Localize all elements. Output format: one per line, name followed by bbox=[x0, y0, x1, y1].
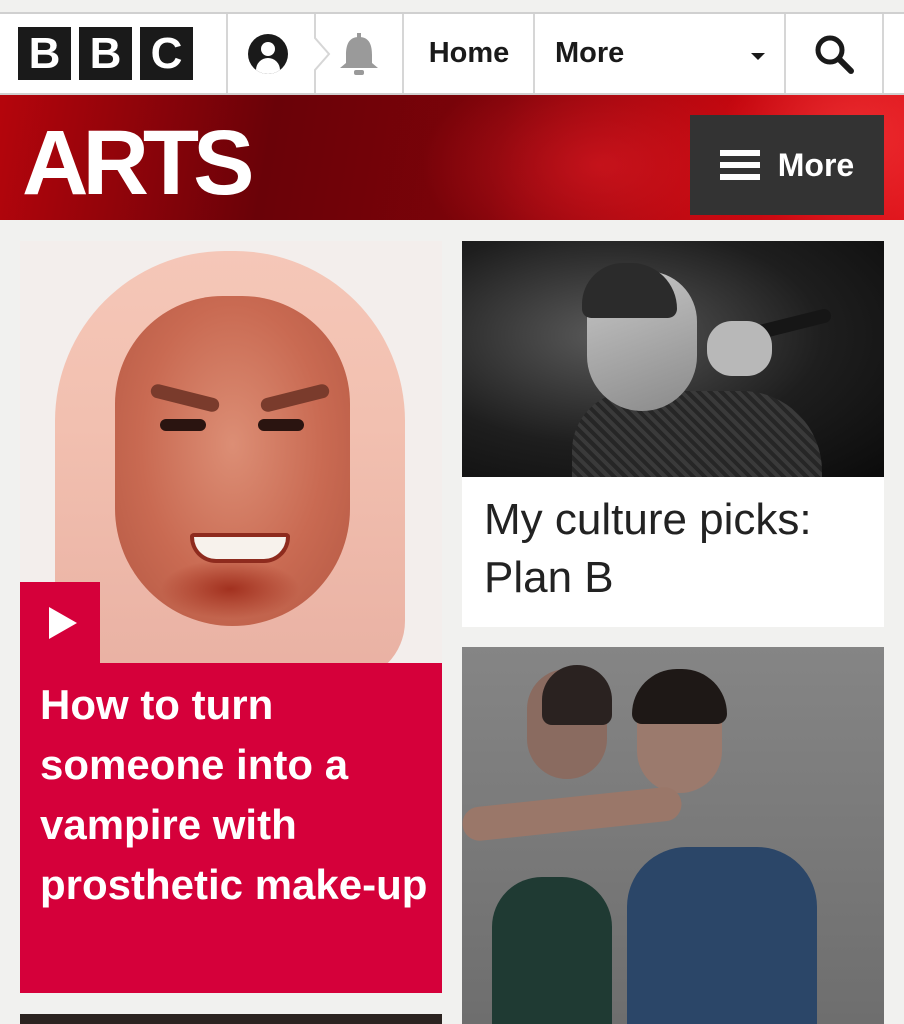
bbc-global-header: B B C Home More bbox=[0, 12, 904, 95]
arts-section-header: ARTS More bbox=[0, 95, 904, 220]
bbc-logo-letter: B bbox=[79, 27, 132, 80]
nav-more-dropdown[interactable]: More bbox=[535, 14, 783, 93]
arts-logo[interactable]: ARTS bbox=[22, 117, 254, 209]
divider bbox=[226, 14, 228, 93]
card-image bbox=[462, 647, 884, 1024]
nav-more-label: More bbox=[555, 37, 625, 69]
bell-icon bbox=[340, 32, 378, 75]
divider bbox=[402, 14, 404, 93]
card-title[interactable]: My culture picks: Plan B bbox=[484, 491, 874, 607]
arts-more-label: More bbox=[777, 146, 855, 183]
hamburger-icon bbox=[719, 150, 760, 180]
play-icon bbox=[49, 606, 77, 639]
chevron-divider bbox=[314, 14, 331, 93]
nav-home-label: Home bbox=[428, 37, 510, 69]
feature-card-vampire[interactable]: How to turn someone into a vampire with … bbox=[20, 241, 442, 993]
divider bbox=[882, 14, 884, 93]
card-image bbox=[462, 241, 884, 477]
caret-down-icon bbox=[751, 53, 765, 60]
play-video-button[interactable] bbox=[20, 582, 100, 663]
feature-image bbox=[20, 241, 442, 663]
card-culture-picks[interactable]: My culture picks: Plan B bbox=[462, 241, 884, 627]
card-image-partial[interactable] bbox=[20, 1014, 442, 1024]
feature-card-title[interactable]: How to turn someone into a vampire with … bbox=[40, 675, 430, 915]
bbc-logo-letter: C bbox=[140, 27, 193, 80]
bbc-logo-letter: B bbox=[18, 27, 71, 80]
bbc-logo[interactable]: B B C bbox=[18, 14, 193, 93]
arts-more-menu-button[interactable]: More bbox=[690, 115, 884, 215]
card-dancers[interactable] bbox=[462, 647, 884, 1024]
search-button[interactable] bbox=[786, 14, 882, 93]
account-button[interactable] bbox=[246, 14, 290, 93]
nav-home-link[interactable]: Home bbox=[405, 14, 533, 93]
notifications-button[interactable] bbox=[332, 14, 386, 93]
account-icon bbox=[248, 33, 288, 74]
search-icon bbox=[815, 35, 854, 74]
